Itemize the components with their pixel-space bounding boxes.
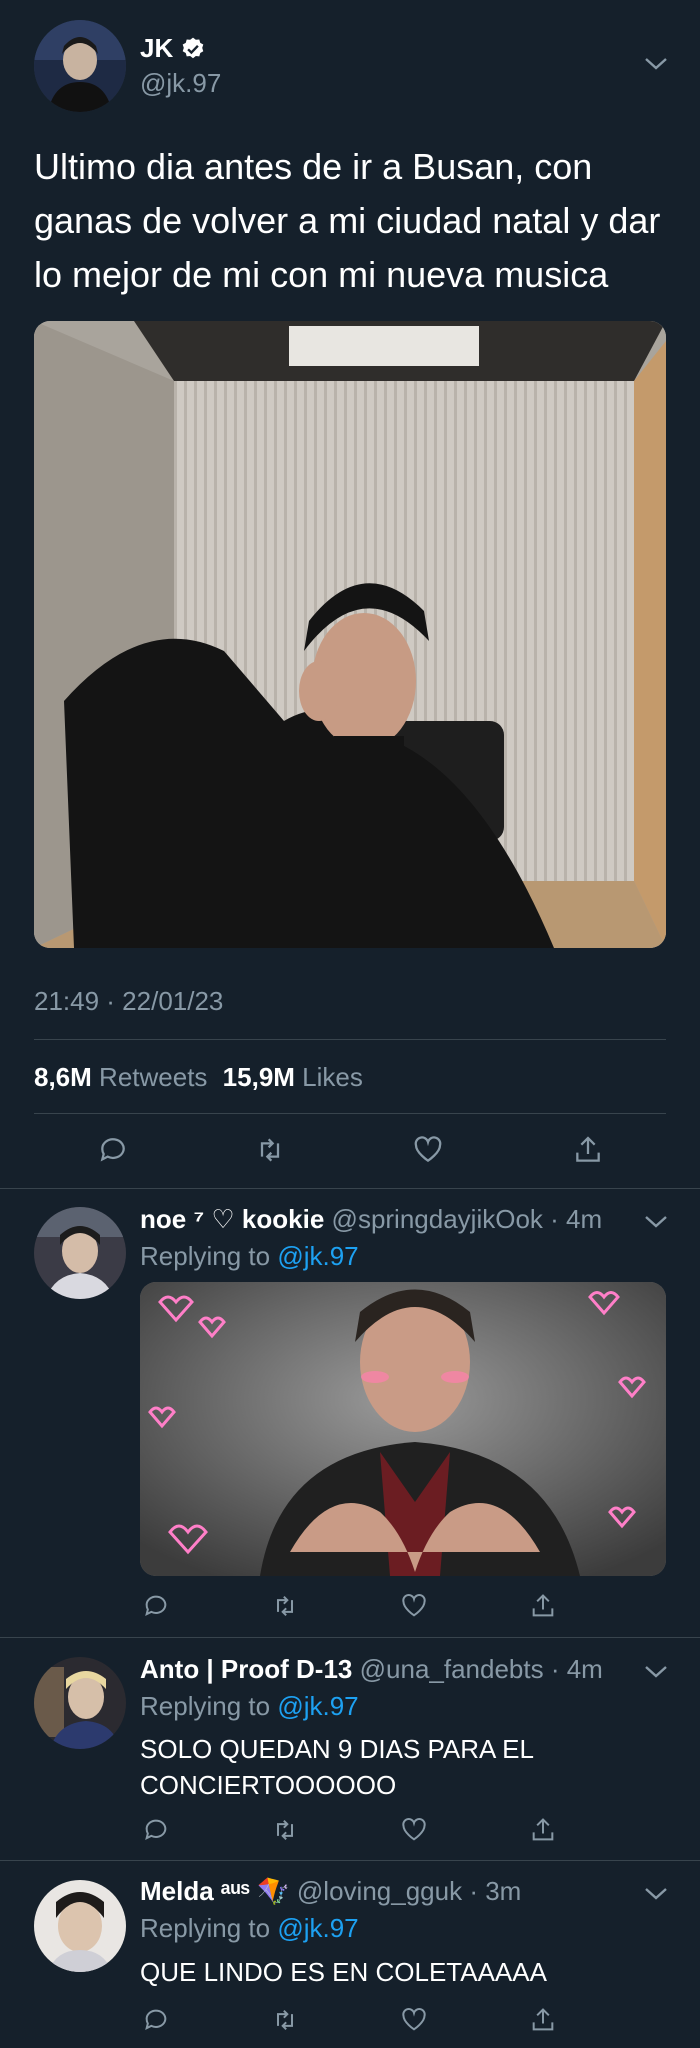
heart-icon[interactable] (394, 1586, 434, 1626)
replying-to-link[interactable]: @jk.97 (277, 1913, 358, 1943)
reply-avatar[interactable] (34, 1207, 126, 1299)
reply-header: Anto | Proof D-13 @una_fandebts · 4m (140, 1654, 603, 1685)
reply-time: · 4m (550, 1204, 603, 1234)
reply-author-name[interactable]: noe ⁷ ♡ kookie (140, 1204, 324, 1234)
heart-icon[interactable] (408, 1130, 448, 1170)
divider (0, 1637, 700, 1638)
retweet-icon[interactable] (265, 2000, 305, 2040)
chevron-down-icon[interactable] (640, 1662, 672, 1682)
heart-icon[interactable] (394, 1810, 434, 1850)
reply-header: noe ⁷ ♡ kookie @springdayjikOok · 4m (140, 1204, 602, 1235)
reply-author-handle[interactable]: @loving_gguk (297, 1876, 462, 1906)
reply-icon[interactable] (136, 1586, 176, 1626)
author-avatar[interactable] (34, 20, 126, 112)
replying-to-link[interactable]: @jk.97 (277, 1691, 358, 1721)
reply-avatar[interactable] (34, 1880, 126, 1972)
reply-icon[interactable] (136, 1810, 176, 1850)
divider (34, 1113, 666, 1114)
reply-icon[interactable] (93, 1130, 133, 1170)
reply-author-name[interactable]: Melda ᵃᵘˢ 🪁 (140, 1876, 290, 1906)
reply-time: · 4m (550, 1654, 603, 1684)
likes-label[interactable]: Likes (302, 1062, 363, 1092)
share-icon[interactable] (523, 1810, 563, 1850)
replying-to-link[interactable]: @jk.97 (277, 1241, 358, 1271)
chevron-down-icon[interactable] (640, 1884, 672, 1904)
reply-avatar[interactable] (34, 1657, 126, 1749)
reply-text: SOLO QUEDAN 9 DIAS PARA EL CONCIERTOOOOO… (140, 1734, 534, 1800)
heart-icon[interactable] (394, 2000, 434, 2040)
retweets-count[interactable]: 8,6M (34, 1062, 92, 1092)
chevron-down-icon[interactable] (640, 54, 672, 74)
divider (0, 1188, 700, 1189)
share-icon[interactable] (568, 1130, 608, 1170)
verified-badge-icon (180, 36, 206, 67)
replying-to: Replying to @jk.97 (140, 1691, 359, 1721)
retweet-icon[interactable] (265, 1810, 305, 1850)
retweet-icon[interactable] (250, 1130, 290, 1170)
tweet-stats: 8,6M Retweets 15,9M Likes (34, 1062, 363, 1093)
reply-text: QUE LINDO ES EN COLETAAAAA (140, 1957, 547, 1987)
replying-to: Replying to @jk.97 (140, 1913, 359, 1943)
divider (0, 1860, 700, 1861)
reply-header: Melda ᵃᵘˢ 🪁 @loving_gguk · 3m (140, 1876, 521, 1907)
chevron-down-icon[interactable] (640, 1212, 672, 1232)
retweet-icon[interactable] (265, 1586, 305, 1626)
likes-count[interactable]: 15,9M (223, 1062, 295, 1092)
author-name[interactable]: JK (140, 33, 173, 63)
reply-icon[interactable] (136, 2000, 176, 2040)
share-icon[interactable] (523, 2000, 563, 2040)
tweet-timestamp[interactable]: 21:49 · 22/01/23 (34, 986, 223, 1017)
retweets-label[interactable]: Retweets (99, 1062, 207, 1092)
replying-to: Replying to @jk.97 (140, 1241, 359, 1271)
reply-media-photo[interactable] (140, 1282, 666, 1576)
share-icon[interactable] (523, 1586, 563, 1626)
tweet-text: Ultimo dia antes de ir a Busan, con gana… (34, 146, 661, 295)
reply-time: · 3m (469, 1876, 522, 1906)
reply-author-handle[interactable]: @una_fandebts (360, 1654, 544, 1684)
reply-author-handle[interactable]: @springdayjikOok (332, 1204, 543, 1234)
author-handle[interactable]: @jk.97 (140, 68, 221, 99)
tweet-media-photo[interactable] (34, 321, 666, 948)
divider (34, 1039, 666, 1040)
reply-author-name[interactable]: Anto | Proof D-13 (140, 1654, 352, 1684)
